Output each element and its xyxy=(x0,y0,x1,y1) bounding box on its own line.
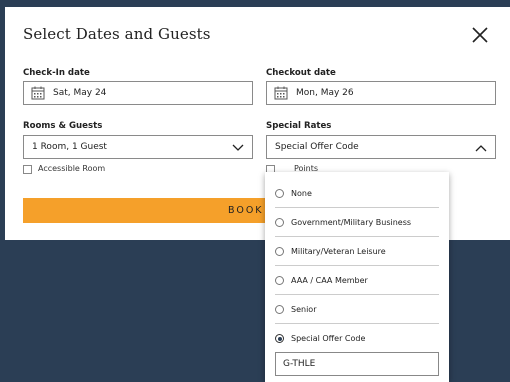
special-rates-dropdown: None Government/Military Business Milita… xyxy=(265,172,449,382)
radio-military[interactable] xyxy=(275,247,284,256)
rooms-guests-select[interactable]: 1 Room, 1 Guest xyxy=(23,135,253,159)
chevron-up-icon xyxy=(475,144,487,155)
rate-option-label: Military/Veteran Leisure xyxy=(291,247,386,256)
calendar-icon xyxy=(274,86,288,103)
accessible-room-label: Accessible Room xyxy=(38,164,106,173)
modal-title: Select Dates and Guests xyxy=(23,25,211,43)
checkout-value: Mon, May 26 xyxy=(296,88,354,98)
rate-option-label: None xyxy=(291,189,312,198)
special-rates-select[interactable]: Special Offer Code xyxy=(266,135,496,159)
radio-government[interactable] xyxy=(275,218,284,227)
rate-option-label: Senior xyxy=(291,305,317,314)
rate-option-special-offer[interactable]: Special Offer Code xyxy=(265,324,449,353)
radio-senior[interactable] xyxy=(275,305,284,314)
rate-option-label: AAA / CAA Member xyxy=(291,276,368,285)
checkout-label: Checkout date xyxy=(266,68,336,78)
rate-option-aaa[interactable]: AAA / CAA Member xyxy=(265,266,449,295)
rate-option-government[interactable]: Government/Military Business xyxy=(265,208,449,237)
radio-special-offer[interactable] xyxy=(275,334,284,343)
special-offer-code-input[interactable] xyxy=(275,352,439,376)
checkout-field[interactable]: Mon, May 26 xyxy=(266,81,496,105)
rates-label: Special Rates xyxy=(266,121,332,131)
chevron-down-icon xyxy=(232,144,244,155)
checkin-value: Sat, May 24 xyxy=(53,88,107,98)
accessible-room-checkbox[interactable] xyxy=(23,165,32,174)
rates-value: Special Offer Code xyxy=(275,142,359,152)
rate-option-military[interactable]: Military/Veteran Leisure xyxy=(265,237,449,266)
radio-none[interactable] xyxy=(275,189,284,198)
rooms-label: Rooms & Guests xyxy=(23,121,103,131)
rate-option-label: Special Offer Code xyxy=(291,334,366,343)
calendar-icon xyxy=(31,86,45,103)
checkin-label: Check-In date xyxy=(23,68,90,78)
rate-option-label: Government/Military Business xyxy=(291,218,412,227)
checkin-field[interactable]: Sat, May 24 xyxy=(23,81,253,105)
rate-option-none[interactable]: None xyxy=(265,179,449,208)
rate-option-senior[interactable]: Senior xyxy=(265,295,449,324)
radio-aaa[interactable] xyxy=(275,276,284,285)
rooms-value: 1 Room, 1 Guest xyxy=(32,142,107,152)
close-icon[interactable] xyxy=(469,24,491,46)
